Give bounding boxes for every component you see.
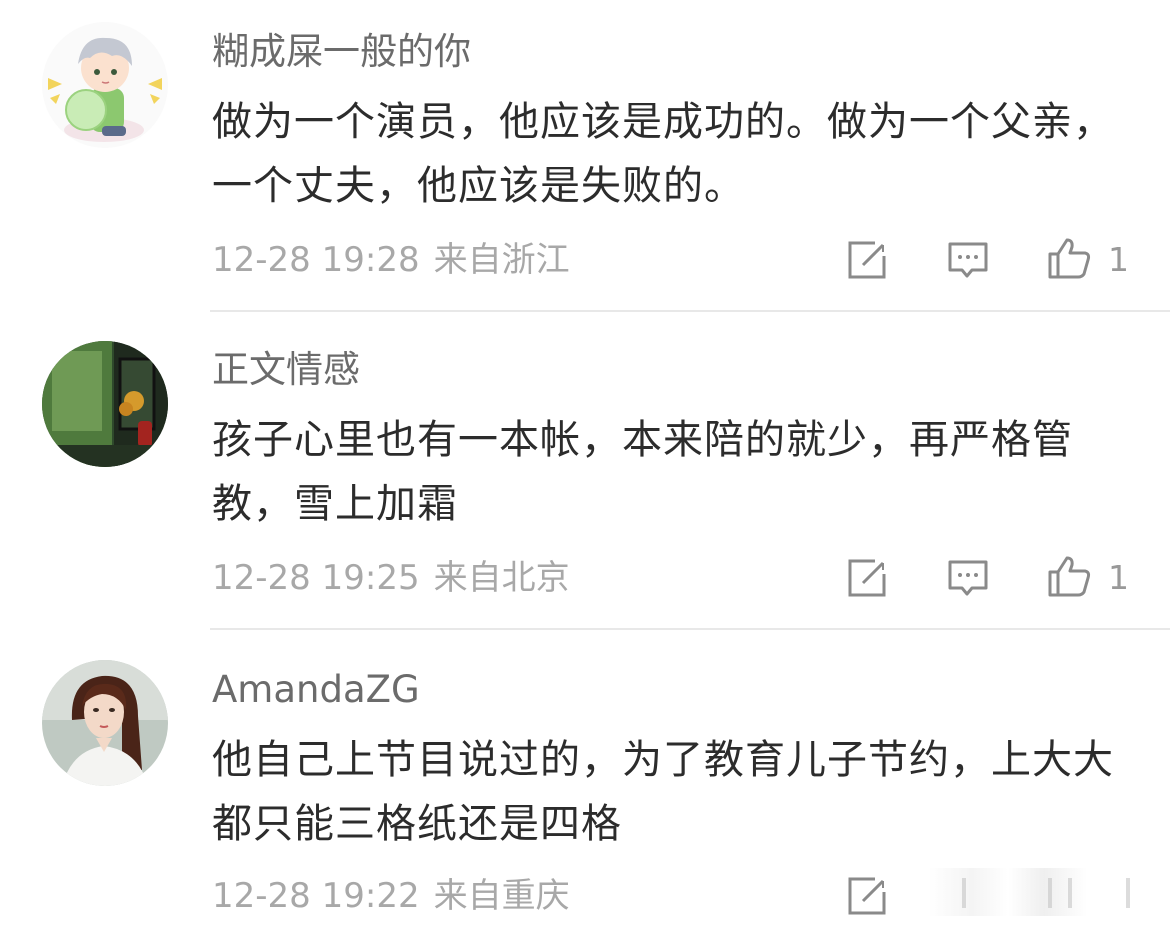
comment-text: 孩子心里也有一本帐，本来陪的就少，再严格管教，雪上加霜 [212,417,1073,527]
comment-button[interactable] [946,238,990,282]
comment-meta: 12-28 19:28 来自浙江 [212,240,570,280]
location: 来自浙江 [433,240,570,280]
like-count: 1 [1108,240,1129,279]
timestamp: 12-28 19:25 [212,558,420,598]
like-button[interactable] [1047,554,1091,598]
repost-button[interactable] [845,556,889,600]
username[interactable]: AmandaZG [212,668,420,712]
repost-icon [848,877,886,915]
comment-text: 做为一个演员，他应该是成功的。做为一个父亲，一个丈夫，他应该是失败的。 [212,99,1114,209]
repost-button[interactable] [845,238,889,282]
comment-icon [948,242,988,278]
avatar[interactable] [42,660,168,786]
comment-meta: 12-28 19:25 来自北京 [212,558,570,598]
avatar[interactable] [42,341,168,467]
like-button[interactable] [1047,236,1091,280]
timestamp: 12-28 19:22 [212,876,420,916]
username[interactable]: 正文情感 [212,348,360,392]
cartoon-boy-avatar [42,22,168,148]
repost-icon [848,559,886,597]
timestamp: 12-28 19:28 [212,240,420,280]
obscured-actions [900,868,1140,916]
repost-icon [848,241,886,279]
location: 来自北京 [433,558,570,598]
location: 来自重庆 [433,876,570,916]
thumbs-up-icon [1048,556,1091,597]
comment-meta: 12-28 19:22 来自重庆 [212,876,570,916]
comment-icon [948,560,988,596]
thumbs-up-icon [1048,238,1091,279]
like-count: 1 [1108,558,1129,597]
divider [210,628,1170,630]
username[interactable]: 糊成屎一般的你 [212,30,471,74]
window-plants-avatar [42,341,168,467]
comment-button[interactable] [946,556,990,600]
repost-button[interactable] [845,874,889,918]
avatar[interactable] [42,22,168,148]
woman-portrait-avatar [42,660,168,786]
comment-text: 他自己上节目说过的，为了教育儿子节约，上大大都只能三格纸还是四格 [212,737,1114,847]
divider [210,310,1170,312]
